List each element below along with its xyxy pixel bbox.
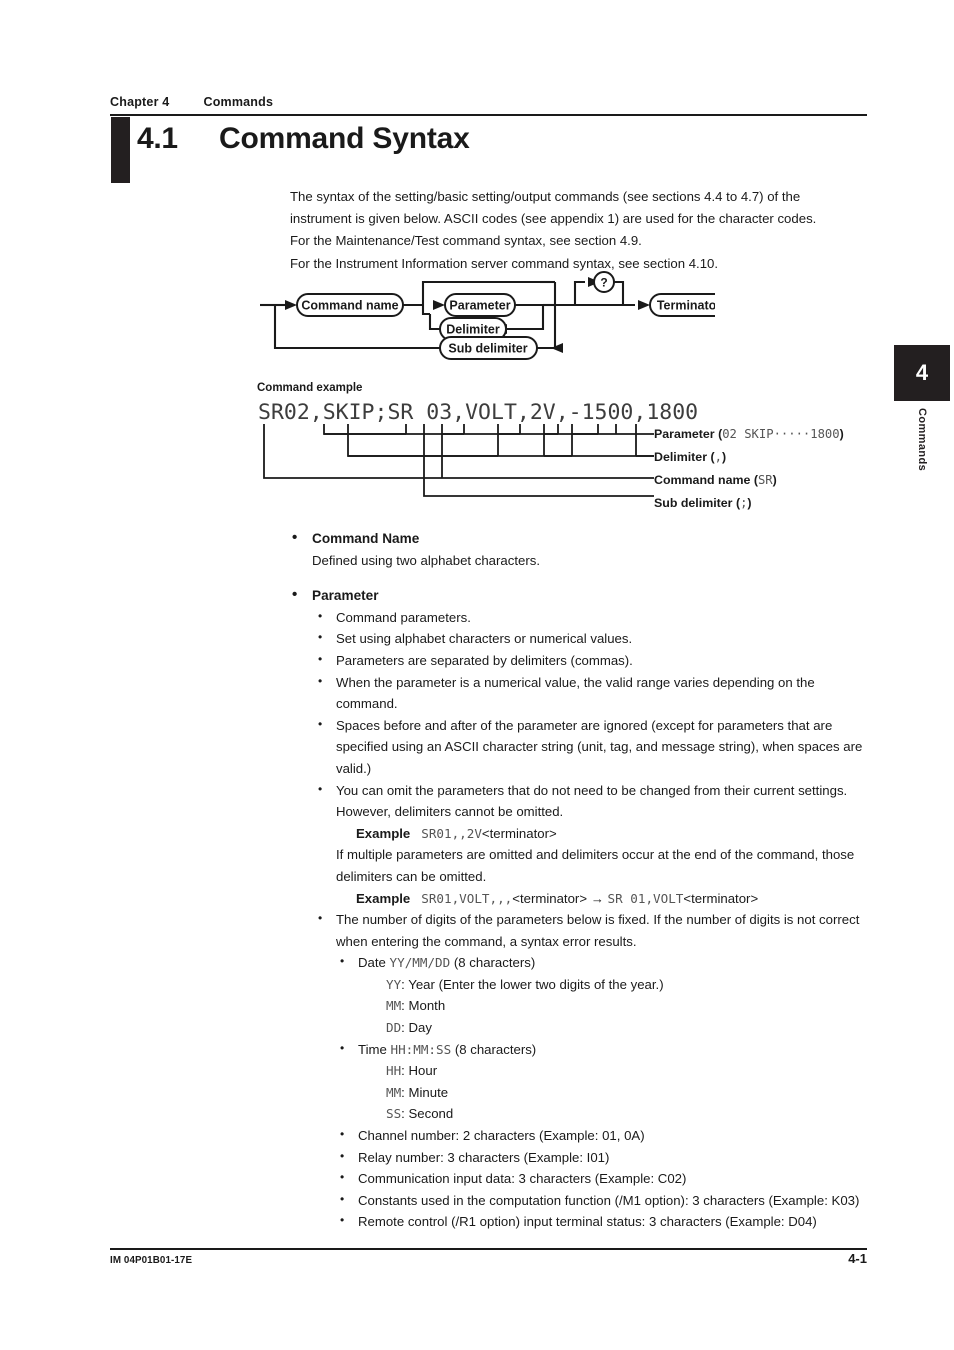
bullet-parameter-omit: You can omit the parameters that do not …	[290, 779, 875, 823]
intro-paragraph: The syntax of the setting/basic setting/…	[290, 186, 870, 275]
side-tab-label-text: Commands	[916, 408, 928, 472]
annotation-command-name-value: SR	[757, 473, 773, 487]
time-def-mm: MM: Minute	[290, 1082, 875, 1104]
time-format: HH:MM:SS	[390, 1041, 452, 1057]
annotation-parameter-label: Parameter	[654, 427, 715, 441]
bullet-remote-control: Remote control (/R1 option) input termin…	[290, 1210, 875, 1233]
text-command-name-description: Defined using two alphabet characters.	[312, 552, 540, 568]
breadcrumb: Chapter 4 Commands	[110, 95, 273, 109]
time-code-hh: HH	[386, 1063, 402, 1079]
date-label: Date	[358, 955, 386, 971]
bullet-parameter-4: When the parameter is a numerical value,…	[290, 671, 875, 715]
annotation-parameter-value: 02 SKIP·····1800	[722, 427, 840, 441]
example-arrow: →	[587, 890, 608, 906]
body-content: Command Name Defined using two alphabet …	[290, 527, 875, 1233]
side-tab-label: Commands	[894, 408, 950, 474]
example-mono-2b: SR 01,VOLT	[607, 890, 684, 906]
text-omit-followup: If multiple parameters are omitted and d…	[336, 847, 855, 884]
node-sub-delimiter: Sub delimiter	[448, 342, 527, 356]
example-tail-2a: <terminator>	[512, 890, 588, 906]
intro-line-2: instrument is given below. ASCII codes (…	[290, 211, 817, 227]
header-divider	[110, 114, 867, 117]
annotation-command-name-label: Command name	[654, 473, 751, 487]
time-label: Time	[358, 1041, 387, 1057]
example-label-1: Example	[356, 825, 411, 841]
annotation-delimiter: Delimiter (,)	[654, 450, 727, 464]
footer-page-number: 4-1	[848, 1251, 867, 1266]
heading-parameter: Parameter	[290, 584, 875, 607]
date-text-mm: : Month	[401, 998, 446, 1014]
example-line-1: Example SR01,,2V<terminator>	[290, 823, 875, 845]
command-example-leader-lines	[258, 424, 658, 512]
footer-divider	[110, 1248, 867, 1250]
date-text-yy: : Year (Enter the lower two digits of th…	[401, 976, 664, 992]
bullet-communication-input: Communication input data: 3 characters (…	[290, 1167, 875, 1190]
heading-command-name: Command Name	[290, 527, 875, 550]
bullet-parameter-3: Parameters are separated by delimiters (…	[290, 649, 875, 672]
node-query-mark: ?	[600, 276, 607, 290]
time-def-hh: HH: Hour	[290, 1060, 875, 1082]
annotation-parameter: Parameter (02 SKIP·····1800)	[654, 427, 844, 441]
example-mono-1: SR01,,2V	[421, 825, 482, 841]
date-def-dd: DD: Day	[290, 1017, 875, 1039]
annotation-command-name: Command name (SR)	[654, 473, 777, 487]
syntax-railroad-diagram: Command name Parameter Delimiter Sub del…	[255, 268, 715, 368]
chapter-number: Chapter 4	[110, 95, 170, 109]
command-example-title: Command example	[257, 382, 363, 394]
bullet-relay-number: Relay number: 3 characters (Example: I01…	[290, 1146, 875, 1169]
intro-line-1: The syntax of the setting/basic setting/…	[290, 189, 801, 204]
side-tab-number: 4	[894, 345, 950, 401]
time-code-ss: SS	[386, 1106, 402, 1122]
node-parameter: Parameter	[449, 299, 510, 313]
date-code-mm: MM	[386, 998, 402, 1014]
node-command-name: Command name	[301, 299, 398, 313]
bullet-time: Time HH:MM:SS (8 characters)	[290, 1038, 875, 1061]
annotation-delimiter-value: ,	[714, 450, 722, 464]
time-code-mm: MM	[386, 1084, 402, 1100]
time-char-count: (8 characters)	[454, 1041, 537, 1057]
date-code-dd: DD	[386, 1020, 402, 1036]
example-tail-2b: <terminator>	[683, 890, 759, 906]
time-text-hh: : Hour	[401, 1063, 438, 1079]
annotation-sub-delimiter-label: Sub delimiter	[654, 496, 733, 510]
example-line-2: Example SR01,VOLT,,,<terminator> → SR 01,…	[290, 888, 875, 910]
bullet-parameter-digits: The number of digits of the parameters b…	[290, 908, 875, 952]
bullet-date: Date YY/MM/DD (8 characters)	[290, 951, 875, 974]
node-terminator: Terminator	[657, 299, 715, 313]
footer-document-id: IM 04P01B01-17E	[110, 1255, 193, 1266]
example-label-2: Example	[356, 890, 411, 906]
bullet-constants: Constants used in the computation functi…	[290, 1189, 875, 1212]
date-code-yy: YY	[386, 976, 402, 992]
section-accent-bar	[111, 117, 130, 183]
time-text-ss: : Second	[401, 1106, 454, 1122]
date-format: YY/MM/DD	[389, 955, 451, 971]
time-def-ss: SS: Second	[290, 1103, 875, 1125]
time-text-mm: : Minute	[401, 1084, 449, 1100]
date-def-mm: MM: Month	[290, 995, 875, 1017]
node-delimiter: Delimiter	[446, 323, 500, 337]
document-page: Chapter 4 Commands 4.1 Command Syntax 4 C…	[0, 0, 954, 1350]
page-title: Command Syntax	[219, 122, 470, 155]
date-text-dd: : Day	[401, 1020, 432, 1036]
annotation-delimiter-label: Delimiter	[654, 450, 708, 464]
intro-line-3: For the Maintenance/Test command syntax,…	[290, 233, 642, 249]
bullet-parameter-5: Spaces before and after of the parameter…	[290, 714, 875, 780]
chapter-title: Commands	[203, 95, 274, 109]
bullet-parameter-1: Command parameters.	[290, 606, 875, 629]
example-tail-1: <terminator>	[481, 825, 557, 841]
date-def-yy: YY: Year (Enter the lower two digits of …	[290, 974, 875, 996]
section-number: 4.1	[137, 122, 178, 155]
example-mono-2a: SR01,VOLT,,,	[421, 890, 513, 906]
command-example-string: SR02,SKIP;SR 03,VOLT,2V,-1500,1800	[258, 400, 699, 425]
date-char-count: (8 characters)	[453, 955, 536, 971]
annotation-sub-delimiter: Sub delimiter (;)	[654, 496, 752, 510]
bullet-channel-number: Channel number: 2 characters (Example: 0…	[290, 1124, 875, 1147]
bullet-parameter-2: Set using alphabet characters or numeric…	[290, 627, 875, 650]
